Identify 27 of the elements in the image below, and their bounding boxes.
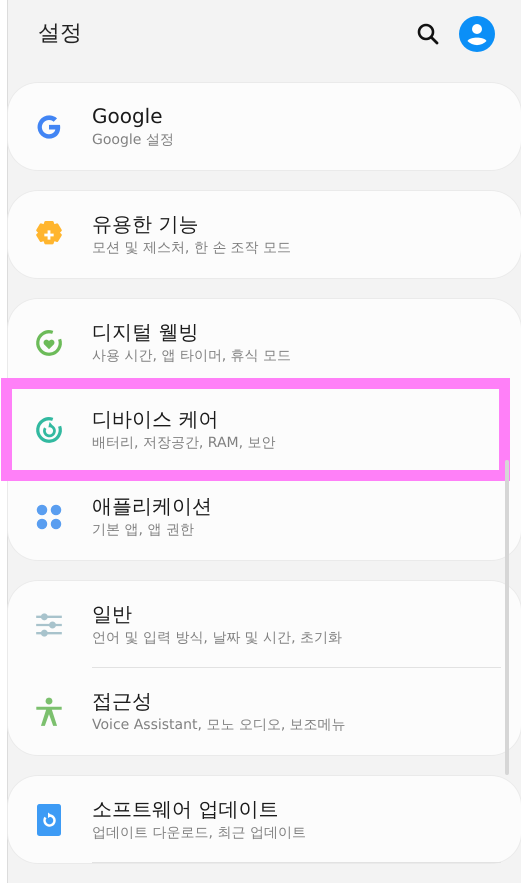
item-subtitle: Voice Assistant, 모노 오디오, 보조메뉴 (92, 717, 347, 734)
refresh-ring-icon (34, 414, 64, 444)
person-icon (35, 696, 63, 726)
item-title[interactable]: 접근성 (92, 689, 521, 714)
four-dots-icon (35, 502, 63, 530)
item-title[interactable]: 소프트웨어 업데이트 (92, 797, 521, 822)
item-subtitle: 사용 시간, 앱 타이머, 휴식 모드 (92, 348, 292, 365)
item-subtitle: 업데이트 다운로드, 최근 업데이트 (92, 825, 307, 842)
scrollbar[interactable] (505, 460, 509, 775)
item-subtitle: 배터리, 저장공간, RAM, 보안 (92, 435, 277, 452)
item-subtitle: 기본 앱, 앱 권한 (92, 522, 195, 539)
item-title[interactable]: 애플리케이션 (92, 494, 521, 518)
heart-ring-icon (34, 328, 64, 358)
sliders-icon (35, 612, 63, 638)
page-title: 설정 (38, 23, 83, 45)
item-title[interactable]: 일반 (92, 602, 521, 626)
item-title[interactable]: 디지털 웰빙 (92, 320, 521, 344)
item-subtitle: 언어 및 입력 방식, 날짜 및 시간, 초기화 (92, 630, 344, 647)
item-subtitle: 모션 및 제스처, 한 손 조작 모드 (92, 240, 292, 257)
item-title[interactable]: Google (92, 104, 521, 128)
g-logo-icon (35, 112, 63, 140)
item-title[interactable]: 디바이스 케어 (92, 407, 521, 432)
avatar-icon[interactable] (459, 16, 495, 52)
search-icon[interactable] (417, 23, 439, 45)
update-icon (37, 804, 61, 836)
item-title[interactable]: 유용한 기능 (92, 212, 521, 236)
item-subtitle: Google 설정 (92, 132, 175, 149)
